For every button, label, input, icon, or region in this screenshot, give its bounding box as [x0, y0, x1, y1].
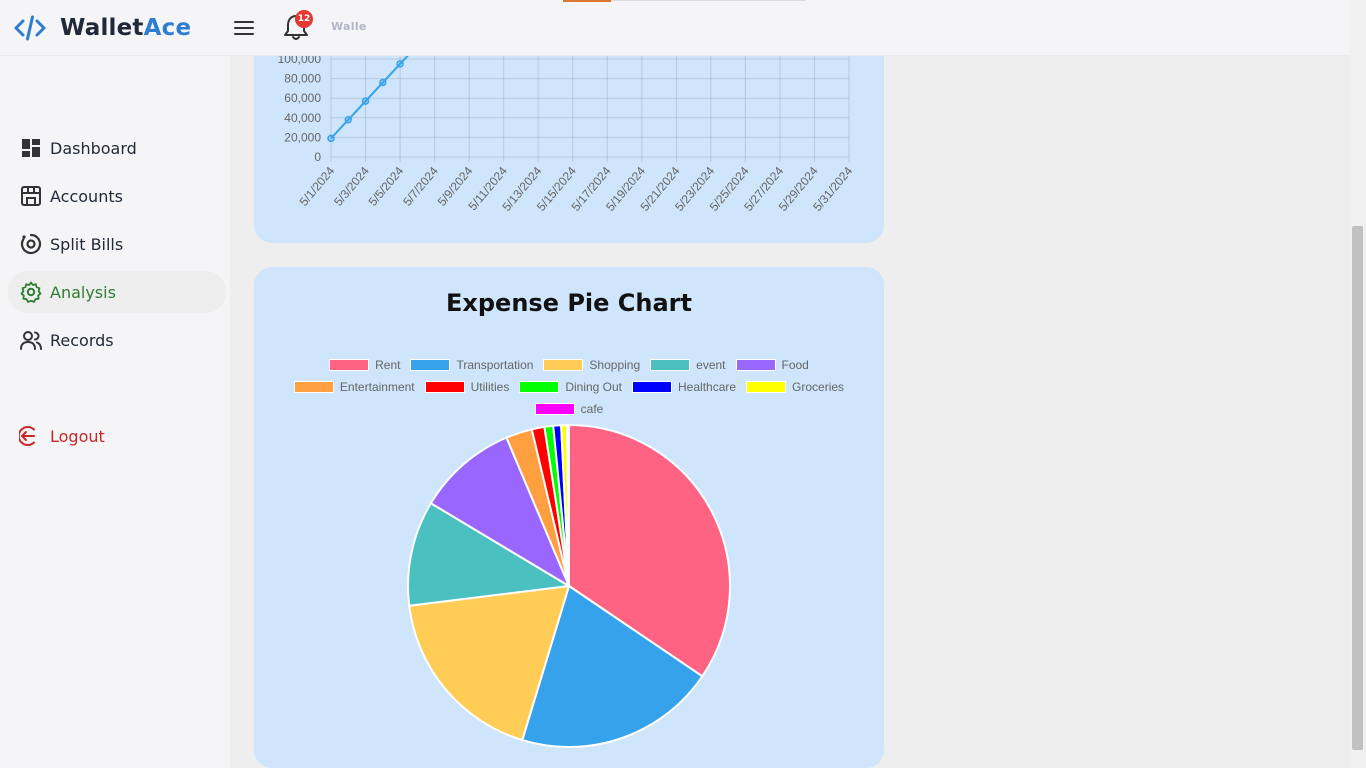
notification-badge: 12 [295, 10, 313, 28]
sidebar-item-accounts[interactable]: Accounts [8, 175, 226, 217]
sidebar-item-dashboard[interactable]: Dashboard [8, 127, 226, 169]
top-accent-bar [563, 0, 611, 2]
split-icon [20, 233, 42, 255]
y-tick-label: 60,000 [284, 91, 321, 105]
sidebar-item-label: Analysis [50, 282, 116, 302]
data-point[interactable] [379, 78, 387, 87]
y-tick-label: 0 [314, 150, 321, 164]
users-icon [20, 331, 42, 350]
y-tick-label: 20,000 [284, 130, 321, 144]
sidebar-item-analysis[interactable]: Analysis [8, 271, 226, 313]
logout-button[interactable]: Logout [8, 415, 226, 457]
sidebar-item-label: Accounts [50, 186, 123, 206]
dashboard-icon [22, 139, 40, 157]
data-point[interactable] [396, 60, 404, 68]
sidebar-item-split-bills[interactable]: Split Bills [8, 223, 226, 265]
data-point[interactable] [361, 97, 370, 105]
x-tick-label: 5/7/2024 [400, 164, 441, 209]
sidebar-item-label: Split Bills [50, 234, 124, 254]
x-tick-label: 5/5/2024 [366, 164, 407, 209]
code-icon [14, 15, 46, 41]
data-point[interactable] [327, 134, 335, 143]
sidebar-item-records[interactable]: Records [8, 319, 226, 361]
sidebar-item-label: Dashboard [50, 138, 137, 158]
store-icon [21, 186, 41, 206]
gear-icon [20, 281, 42, 303]
brand-name: WalletAce [60, 15, 192, 41]
logout-icon [19, 426, 35, 446]
logout-label: Logout [50, 426, 105, 446]
top-header: WalletAce 12 Walle [0, 0, 1350, 56]
x-tick-label: 5/1/2024 [297, 164, 338, 209]
brand[interactable]: WalletAce [14, 12, 191, 44]
mini-logo: Walle [331, 20, 367, 33]
data-point[interactable] [344, 116, 353, 124]
top-divider [611, 0, 806, 1]
y-tick-label: 80,000 [284, 72, 321, 86]
sidebar: Dashboard Accounts Split Bills Analysis [0, 56, 230, 768]
sidebar-item-label: Records [50, 330, 114, 350]
pie-chart [407, 423, 731, 748]
pie-chart-card: Expense Pie Chart Rent Transportation Shop… [254, 267, 884, 768]
scrollbar-thumb[interactable] [1352, 226, 1363, 750]
hamburger-menu-icon[interactable] [232, 16, 256, 40]
y-tick-label: 40,000 [284, 111, 321, 125]
x-tick-label: 5/3/2024 [331, 164, 372, 209]
